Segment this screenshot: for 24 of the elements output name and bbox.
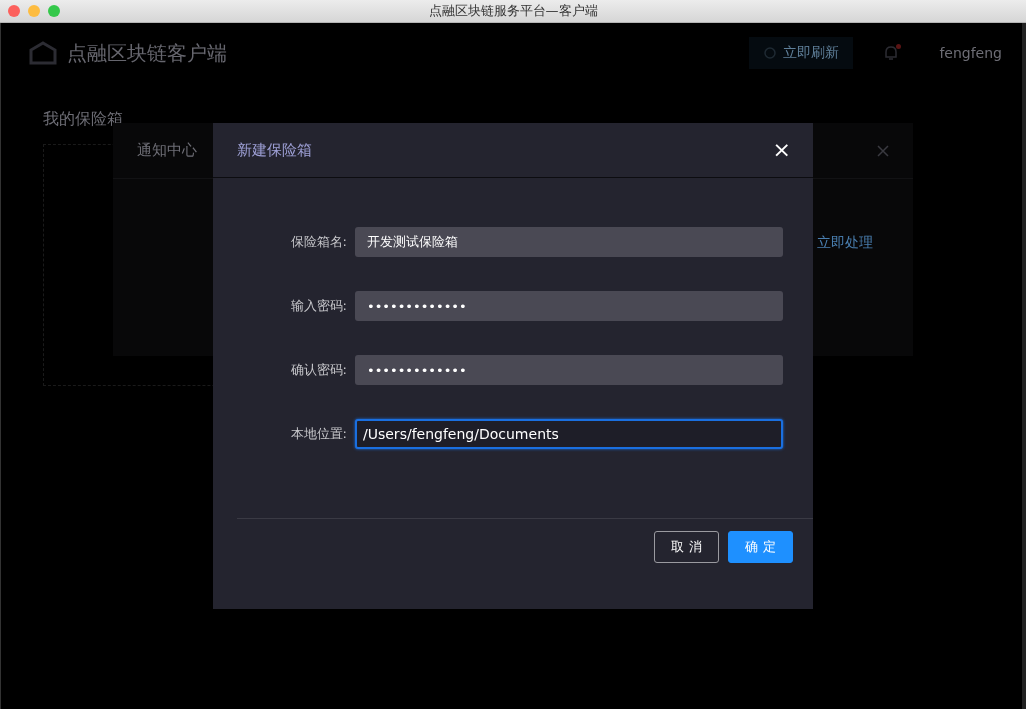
field-label: 本地位置: [289, 425, 348, 443]
user-name[interactable]: fengfeng [939, 45, 1002, 61]
refresh-button[interactable]: 立即刷新 [749, 37, 854, 69]
refresh-icon [763, 46, 778, 60]
close-button[interactable]: × [768, 139, 795, 161]
close-icon[interactable] [877, 144, 889, 157]
field-label: 保险箱名: [289, 233, 348, 251]
input-field[interactable]: ••••••••••••• [355, 291, 783, 321]
app-name: 点融区块链客户端 [67, 39, 227, 67]
minimize-window-button[interactable] [28, 5, 40, 17]
field-label: 输入密码: [289, 297, 348, 315]
logo-icon [29, 41, 57, 65]
dialog-title: 新建保险箱 [237, 140, 312, 160]
input-field[interactable]: ••••••••••••• [355, 355, 783, 385]
zoom-window-button[interactable] [48, 5, 60, 17]
input-field[interactable]: 开发测试保险箱 [355, 227, 783, 257]
close-window-button[interactable] [8, 5, 20, 17]
bell-icon[interactable] [883, 44, 900, 62]
input-field[interactable]: /Users/fengfeng/Documents [355, 419, 783, 449]
cancel-button[interactable]: 取 消 [654, 531, 719, 563]
field-label: 确认密码: [289, 361, 348, 379]
window-title: 点融区块链服务平台—客户端 [428, 2, 598, 20]
panel-title: 通知中心 [137, 141, 197, 160]
action-link[interactable]: 立即处理 [817, 234, 873, 252]
